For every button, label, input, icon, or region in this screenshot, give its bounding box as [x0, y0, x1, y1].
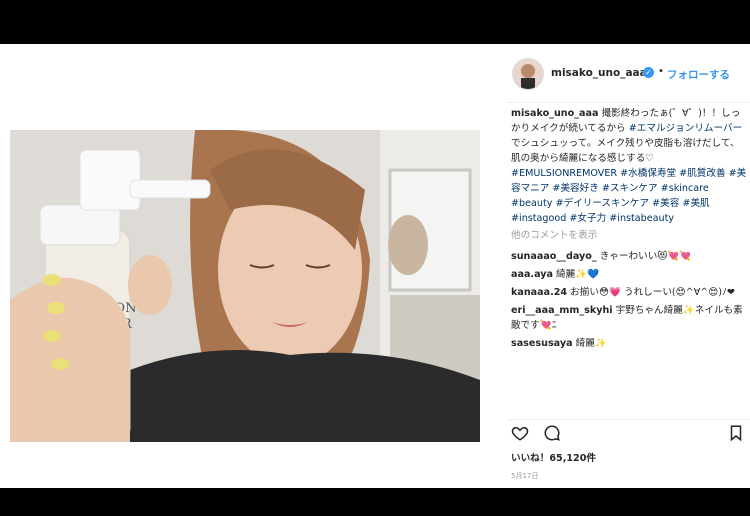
comment: sasesusaya 綺麗✨	[511, 336, 747, 351]
post-header: misako_uno_aaa ✓ • フォローする	[507, 58, 750, 92]
header-divider	[507, 102, 750, 103]
caption-username[interactable]: misako_uno_aaa	[511, 108, 598, 119]
comments-section: misako_uno_aaa 撮影終わったぁ(゜∀゜)！！しっかりメイクが続いて…	[511, 106, 747, 354]
post-side-panel: misako_uno_aaa ✓ • フォローする misako_uno_aaa…	[507, 44, 750, 488]
comment-icon[interactable]	[543, 424, 561, 442]
comment-text: 綺麗✨💙	[556, 269, 600, 280]
comment-username[interactable]: sasesusaya	[511, 338, 573, 349]
comment: sunaaao__dayo_ きゃーわいい😻💘💘	[511, 249, 747, 264]
comment-text: お揃い😳💗 うれしーい(😍^∀^😍)ﾉ❤	[570, 287, 735, 298]
caption: misako_uno_aaa 撮影終わったぁ(゜∀゜)！！しっかりメイクが続いて…	[511, 106, 747, 226]
action-bar	[511, 424, 747, 446]
comment: kanaaa.24 お揃い😳💗 うれしーい(😍^∀^😍)ﾉ❤	[511, 285, 747, 300]
comment-username[interactable]: aaa.aya	[511, 269, 553, 280]
caption-hashtag[interactable]: #エマルジョンリムーバー	[629, 123, 742, 134]
actions-divider	[507, 419, 750, 420]
comment-text: きゃーわいい😻💘💘	[599, 251, 692, 262]
comment-username[interactable]: eri__aaa_mm_skyhi	[511, 305, 613, 316]
comment-username[interactable]: kanaaa.24	[511, 287, 567, 298]
avatar[interactable]	[512, 58, 544, 90]
comment-username[interactable]: sunaaao__dayo_	[511, 251, 597, 262]
bookmark-icon[interactable]	[727, 424, 745, 442]
heart-icon[interactable]	[511, 424, 529, 442]
post-photo[interactable]: EMULSION REMOVER	[10, 130, 480, 442]
verified-badge-icon: ✓	[643, 67, 654, 78]
instagram-post-frame: EMULSION REMOVER misako_uno_aaa ✓ • フォロー…	[0, 44, 750, 488]
comment: aaa.aya 綺麗✨💙	[511, 267, 747, 282]
separator-dot: •	[658, 66, 664, 77]
comment-text: 綺麗✨	[575, 338, 607, 349]
caption-hashtags[interactable]: #EMULSIONREMOVER #水橋保寿堂 #肌質改善 #美容マニア #美容…	[511, 168, 746, 224]
post-username[interactable]: misako_uno_aaa	[551, 67, 647, 79]
post-date: 5月17日	[511, 472, 539, 480]
follow-button[interactable]: フォローする	[667, 67, 730, 82]
comment: eri__aaa_mm_skyhi 宇野ちゃん綺麗✨ネイルも素敵です💘ﾆ	[511, 303, 747, 333]
like-count[interactable]: いいね！65,120件	[511, 450, 596, 464]
caption-text-2: でシュシュッって。メイク残りや皮脂も溶けだして、肌の奥から綺麗になる感じする♡	[511, 138, 740, 164]
view-more-comments-link[interactable]: 他のコメントを表示	[511, 228, 747, 243]
